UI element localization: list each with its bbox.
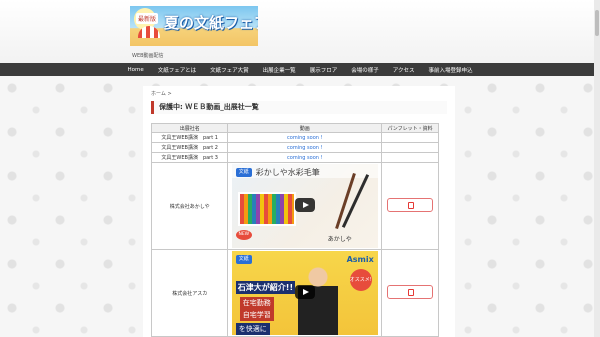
row-name: 文具王WEB講演 part 3 bbox=[150, 152, 229, 163]
video-thumbnail-aska[interactable]: 文紙 Asmix 石津大が紹介!! 在宅勤務 自宅学習 を快適に オススメ! bbox=[231, 251, 378, 335]
pamphlet-cell bbox=[381, 162, 439, 250]
table-row: 株式会社あかしや 文紙 彩かしや水彩毛筆 NEW あかしや bbox=[150, 162, 439, 250]
site-description: WEB動画配信 bbox=[132, 53, 164, 59]
presenter-name: 石津大が紹介!! bbox=[235, 281, 296, 294]
site-banner-logo[interactable]: 最新版 夏の文紙フェア bbox=[130, 6, 258, 46]
nav-item-home[interactable]: Home bbox=[121, 67, 151, 73]
page-title: 保護中: ＷＥＢ動画_出展社一覧 bbox=[151, 101, 447, 114]
video-cell: 文紙 Asmix 石津大が紹介!! 在宅勤務 自宅学習 を快適に オススメ! bbox=[227, 249, 383, 337]
new-badge: NEW bbox=[235, 230, 252, 240]
play-button-icon[interactable] bbox=[294, 285, 315, 299]
pdf-icon bbox=[408, 289, 415, 296]
header-exhibitor: 出展社名 bbox=[150, 123, 229, 133]
main-nav: Home 文紙フェアとは 文紙フェア大賞 出展企業一覧 展示フロア 会場の様子 … bbox=[0, 63, 600, 76]
coming-soon-text: coming soon ! bbox=[227, 152, 383, 163]
play-button-icon[interactable] bbox=[294, 198, 315, 212]
banner-tag: 最新版 bbox=[136, 13, 159, 24]
pamphlet-cell bbox=[381, 132, 439, 143]
breadcrumb[interactable]: ホーム > bbox=[151, 90, 172, 97]
nav-item-exhibitors[interactable]: 出展企業一覧 bbox=[256, 66, 303, 74]
nav-item-award[interactable]: 文紙フェア大賞 bbox=[203, 66, 256, 74]
nav-item-venue[interactable]: 会場の様子 bbox=[344, 66, 386, 74]
video-cell: 文紙 彩かしや水彩毛筆 NEW あかしや bbox=[227, 162, 383, 250]
table-row: 文具王WEB講演 part 1 coming soon ! bbox=[150, 132, 439, 143]
header-video: 動画 bbox=[227, 123, 383, 133]
video-thumbnail-akashiya[interactable]: 文紙 彩かしや水彩毛筆 NEW あかしや bbox=[231, 164, 378, 248]
site-header: 最新版 夏の文紙フェア WEB動画配信 bbox=[0, 0, 600, 63]
table-row: 文具王WEB講演 part 2 coming soon ! bbox=[150, 142, 439, 153]
table-row: 文具王WEB講演 part 3 coming soon ! bbox=[150, 152, 439, 163]
row-name: 株式会社あかしや bbox=[150, 162, 229, 250]
pamphlet-cell bbox=[381, 142, 439, 153]
row-name: 株式会社アスカ bbox=[150, 249, 229, 337]
brand-logo: あかしや bbox=[327, 236, 352, 243]
nav-item-floor[interactable]: 展示フロア bbox=[303, 66, 345, 74]
main-content: ホーム > 保護中: ＷＥＢ動画_出展社一覧 出展社名 動画 パンフレット・資料… bbox=[143, 86, 455, 337]
fair-logo-badge: 文紙 bbox=[235, 255, 252, 264]
coming-soon-text: coming soon ! bbox=[227, 132, 383, 143]
recommend-badge: オススメ! bbox=[349, 269, 372, 291]
thumbnail-text-line: を快適に bbox=[235, 323, 270, 335]
pamphlet-cell bbox=[381, 249, 439, 337]
table-row: 株式会社アスカ 文紙 Asmix 石津大が紹介!! 在宅勤務 自宅学習 を快適に… bbox=[150, 249, 439, 337]
coming-soon-text: coming soon ! bbox=[227, 142, 383, 153]
scrollbar[interactable] bbox=[594, 0, 600, 337]
nav-item-about[interactable]: 文紙フェアとは bbox=[151, 66, 203, 74]
thumbnail-headline: 彩かしや水彩毛筆 bbox=[255, 168, 320, 177]
fair-logo-badge: 文紙 bbox=[235, 168, 252, 177]
header-pamphlet: パンフレット・資料 bbox=[381, 123, 439, 133]
row-name: 文具王WEB講演 part 1 bbox=[150, 132, 229, 143]
pdf-download-button[interactable] bbox=[387, 285, 434, 299]
pamphlet-cell bbox=[381, 152, 439, 163]
row-name: 文具王WEB講演 part 2 bbox=[150, 142, 229, 153]
pdf-icon bbox=[408, 202, 415, 209]
nav-item-access[interactable]: アクセス bbox=[386, 66, 422, 74]
thumbnail-text-line: 自宅学習 bbox=[239, 309, 274, 321]
nav-item-registration[interactable]: 事前入場登録申込 bbox=[421, 66, 479, 74]
scrollbar-thumb[interactable] bbox=[595, 10, 599, 36]
banner-title: 夏の文紙フェア bbox=[164, 14, 258, 32]
parasol-graphic bbox=[138, 26, 160, 38]
thumbnail-text-line: 在宅勤務 bbox=[239, 297, 274, 309]
pdf-download-button[interactable] bbox=[387, 198, 434, 212]
brand-logo: Asmix bbox=[346, 255, 374, 264]
brush-pen-set-image bbox=[237, 192, 296, 226]
exhibitor-table: 出展社名 動画 パンフレット・資料 文具王WEB講演 part 1 coming… bbox=[150, 123, 439, 337]
